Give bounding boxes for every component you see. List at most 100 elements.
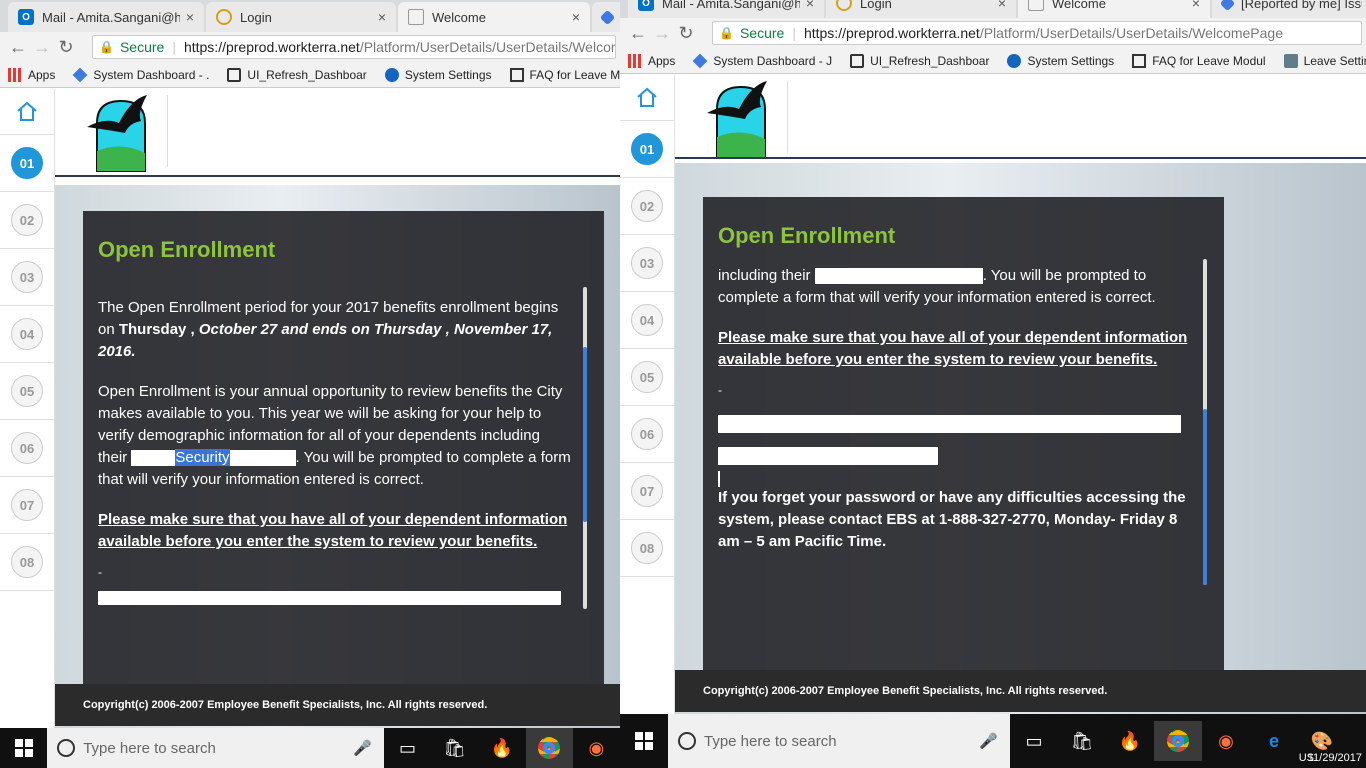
step-01[interactable]: 01: [0, 135, 54, 192]
step-03[interactable]: 03: [620, 235, 674, 292]
url-input[interactable]: 🔒 Secure | https://preprod.workterra.net…: [92, 35, 616, 59]
step-08[interactable]: 08: [620, 520, 674, 577]
flame-app-icon[interactable]: 🔥: [478, 728, 525, 768]
close-icon[interactable]: ×: [186, 9, 194, 25]
step-05[interactable]: 05: [0, 363, 54, 420]
close-icon[interactable]: ×: [998, 0, 1006, 11]
tray-date[interactable]: 11/29/2017: [1308, 752, 1362, 764]
jira-icon: [1219, 0, 1236, 11]
close-icon[interactable]: ×: [378, 9, 386, 25]
page-footer: Copyright(c) 2006-2007 Employee Benefit …: [675, 670, 1366, 712]
tab-login[interactable]: Login ×: [206, 2, 396, 32]
step-03[interactable]: 03: [0, 249, 54, 306]
bookmark-ui-refresh[interactable]: UI_Refresh_Dashboar: [850, 53, 989, 68]
firefox-icon[interactable]: ◉: [1202, 721, 1250, 761]
bookmark-faq-leave[interactable]: FAQ for Leave Mod: [509, 67, 620, 82]
step-08[interactable]: 08: [0, 534, 54, 591]
tab-jira-issues[interactable]: [Reported by me] Issue: [1212, 0, 1366, 18]
taskbar-search-input[interactable]: Type here to search 🎤: [668, 714, 1010, 768]
eagle-logo-icon: [707, 81, 767, 158]
bookmark-system-dashboard[interactable]: System Dashboard - J: [692, 53, 832, 68]
home-nav[interactable]: [0, 89, 54, 135]
reload-icon[interactable]: ↻: [674, 23, 698, 44]
page-content: 01 02 03 04 05 06 07 08 Open Enrollment …: [0, 89, 620, 728]
close-icon[interactable]: ×: [572, 9, 580, 25]
bookmarks-bar: Apps System Dashboard - J UI_Refresh_Das…: [620, 48, 1366, 74]
outlook-icon: O: [18, 9, 34, 25]
header-divider: [675, 157, 1366, 159]
login-favicon-icon: [216, 9, 232, 25]
redacted-field: [98, 591, 561, 605]
settings-favicon-icon: [384, 67, 399, 82]
windows-start-icon[interactable]: [0, 728, 47, 768]
home-icon: [17, 101, 37, 121]
step-06[interactable]: 06: [0, 420, 54, 477]
bookmark-system-dashboard[interactable]: System Dashboard - .: [72, 67, 209, 82]
bookmark-system-settings[interactable]: System Settings: [384, 67, 492, 82]
dependent-info-notice: Please make sure that you have all of yo…: [718, 329, 1188, 368]
bookmark-leave-settings[interactable]: Leave Settings: [1283, 53, 1366, 68]
card-title: Open Enrollment: [98, 237, 276, 262]
windows-start-icon[interactable]: [620, 721, 668, 761]
step-06[interactable]: 06: [620, 406, 674, 463]
forward-arrow-icon[interactable]: →: [650, 23, 674, 44]
tab-login[interactable]: Login ×: [826, 0, 1016, 18]
step-07[interactable]: 07: [0, 477, 54, 534]
card-scrollbar[interactable]: [1203, 259, 1207, 585]
redacted-field: [718, 415, 1181, 433]
flame-app-icon[interactable]: 🔥: [1106, 721, 1154, 761]
taskbar-search-input[interactable]: Type here to search 🎤: [47, 728, 384, 768]
jira-icon: [599, 9, 616, 25]
store-icon[interactable]: 🛍: [431, 728, 478, 768]
task-view-icon[interactable]: ▭: [1010, 721, 1058, 761]
tab-partial[interactable]: [592, 2, 620, 32]
card-scrollbar[interactable]: [583, 287, 587, 609]
tab-welcome[interactable]: Welcome ×: [1018, 0, 1210, 18]
close-icon[interactable]: ×: [1192, 0, 1200, 11]
step-05[interactable]: 05: [620, 349, 674, 406]
page-header: [55, 89, 620, 177]
left-browser-window: O Mail - Amita.Sangani@h × Login × Welco…: [0, 0, 620, 768]
task-view-icon[interactable]: ▭: [384, 728, 431, 768]
chrome-icon[interactable]: [525, 728, 573, 768]
outlook-icon: O: [638, 0, 654, 11]
leave-settings-icon: [1283, 53, 1298, 68]
bookmark-apps[interactable]: Apps: [628, 53, 675, 68]
home-nav[interactable]: [620, 75, 674, 121]
internet-explorer-icon[interactable]: e: [1250, 721, 1298, 761]
redacted-field: [718, 447, 938, 465]
forward-arrow-icon[interactable]: →: [30, 37, 54, 58]
lock-icon: 🔒: [99, 40, 114, 54]
bookmark-ui-refresh[interactable]: UI_Refresh_Dashboar: [227, 67, 367, 82]
microphone-icon[interactable]: 🎤: [353, 739, 372, 757]
apps-grid-icon: [628, 53, 642, 68]
tab-welcome[interactable]: Welcome ×: [398, 2, 590, 32]
reload-icon[interactable]: ↻: [54, 37, 78, 58]
step-04[interactable]: 04: [0, 306, 54, 363]
microphone-icon[interactable]: 🎤: [979, 732, 998, 750]
url-input[interactable]: 🔒 Secure | https://preprod.workterra.net…: [712, 21, 1362, 45]
store-icon[interactable]: 🛍: [1058, 721, 1106, 761]
enrollment-description: including their . You will be prompted t…: [718, 267, 1156, 306]
back-arrow-icon[interactable]: ←: [6, 37, 30, 58]
bookmark-faq-leave[interactable]: FAQ for Leave Modul: [1132, 53, 1266, 68]
jira-icon: [692, 53, 708, 68]
tab-mail[interactable]: O Mail - Amita.Sangani@h ×: [628, 0, 824, 18]
bookmark-apps[interactable]: Apps: [8, 67, 55, 82]
back-arrow-icon[interactable]: ←: [626, 23, 650, 44]
chrome-icon[interactable]: [1154, 721, 1202, 761]
step-02[interactable]: 02: [0, 192, 54, 249]
step-07[interactable]: 07: [620, 463, 674, 520]
close-icon[interactable]: ×: [806, 0, 814, 11]
step-04[interactable]: 04: [620, 292, 674, 349]
lock-icon: 🔒: [719, 26, 734, 40]
dependent-info-notice: Please make sure that you have all of yo…: [98, 511, 568, 550]
step-01[interactable]: 01: [620, 121, 674, 178]
text-cursor: [718, 471, 720, 487]
tab-mail[interactable]: O Mail - Amita.Sangani@h ×: [8, 2, 204, 32]
step-02[interactable]: 02: [620, 178, 674, 235]
puzzle-icon: [850, 53, 865, 68]
firefox-icon[interactable]: ◉: [573, 728, 620, 768]
search-icon: [57, 739, 76, 757]
bookmark-system-settings[interactable]: System Settings: [1007, 53, 1114, 68]
